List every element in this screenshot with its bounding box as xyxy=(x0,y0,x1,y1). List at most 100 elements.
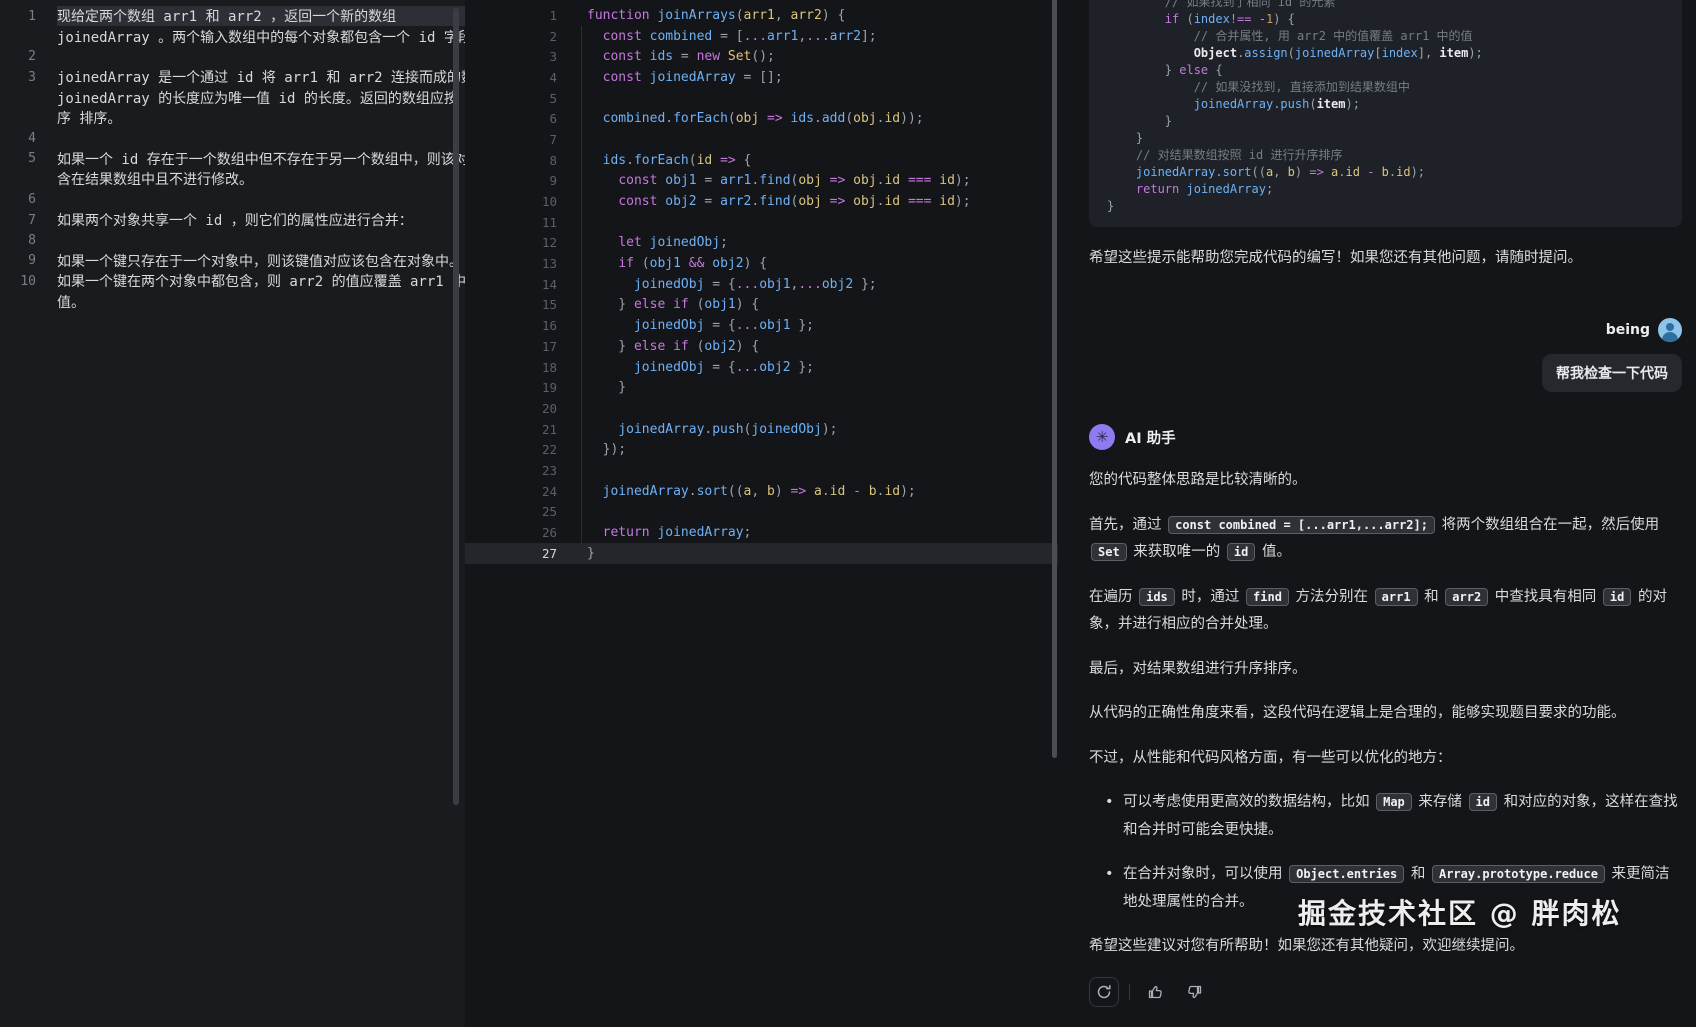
code-token: new xyxy=(697,49,720,64)
thumbs-up-button[interactable] xyxy=(1140,977,1170,1007)
code-token: === xyxy=(900,173,931,188)
code-token xyxy=(587,70,603,85)
code-token: . xyxy=(626,153,634,168)
editor-code-line[interactable]: 17 } else if (obj2) { xyxy=(465,336,1058,357)
ai-code-line: } xyxy=(1107,130,1664,147)
ai-code-line: Object.assign(joinedArray[index], item); xyxy=(1107,45,1664,62)
thumbs-down-button[interactable] xyxy=(1180,977,1210,1007)
ai-paragraph: 在遍历 ids 时，通过 find 方法分别在 arr1 和 arr2 中查找具… xyxy=(1089,584,1682,639)
user-avatar[interactable] xyxy=(1658,318,1682,342)
code-editor-panel[interactable]: 1function joinArrays(arr1, arr2) {2 cons… xyxy=(465,0,1058,1027)
problem-line-text: 如果两个对象共享一个 id ，则它们的属性应进行合并： xyxy=(57,210,465,230)
code-token: === xyxy=(900,194,931,209)
editor-code-line[interactable]: 24 joinedArray.sort((a, b) => a.id - b.i… xyxy=(465,481,1058,502)
editor-code-line[interactable]: 25 xyxy=(465,502,1058,523)
editor-code-line[interactable]: 23 xyxy=(465,460,1058,481)
code-token: = { xyxy=(704,277,735,292)
code-token: ( xyxy=(1179,12,1193,26)
ai-code-line: joinedArray.sort((a, b) => a.id - b.id); xyxy=(1107,164,1664,181)
code-token: . xyxy=(1338,165,1345,179)
editor-code-line[interactable]: 27} xyxy=(465,543,1058,564)
code-token xyxy=(1107,12,1165,26)
editor-code-line[interactable]: 21 joinedArray.push(joinedObj); xyxy=(465,419,1058,440)
code-token: b xyxy=(861,484,877,499)
ai-code-line: } xyxy=(1107,198,1664,215)
editor-lines: 1function joinArrays(arr1, arr2) {2 cons… xyxy=(465,0,1058,564)
editor-code-line[interactable]: 4 const joinedArray = []; xyxy=(465,67,1058,88)
code-token: = []; xyxy=(736,70,783,85)
editor-code-line[interactable]: 26 return joinedArray; xyxy=(465,522,1058,543)
code-token: obj1 xyxy=(657,173,696,188)
code-token: b xyxy=(1374,165,1388,179)
editor-code-line[interactable]: 7 xyxy=(465,129,1058,150)
editor-code-line[interactable]: 11 xyxy=(465,212,1058,233)
inline-code-chip: Object.entries xyxy=(1289,865,1404,883)
paragraph-text: 和 xyxy=(1406,866,1430,882)
problem-line-number: 7 xyxy=(0,213,36,228)
code-token: a xyxy=(1324,165,1338,179)
code-token: . xyxy=(1215,165,1222,179)
editor-code-line[interactable]: 18 joinedObj = {...obj2 }; xyxy=(465,357,1058,378)
code-token: joinedArray xyxy=(603,484,689,499)
editor-code-line[interactable]: 9 const obj1 = arr1.find(obj => obj.id =… xyxy=(465,171,1058,192)
editor-line-code: ids.forEach(id => { xyxy=(587,153,751,168)
editor-code-line[interactable]: 12 let joinedObj; xyxy=(465,233,1058,254)
code-token: !== xyxy=(1230,12,1252,26)
editor-line-number: 13 xyxy=(465,256,557,271)
code-token: obj xyxy=(845,173,876,188)
editor-code-line[interactable]: 3 const ids = new Set(); xyxy=(465,46,1058,67)
editor-line-number: 16 xyxy=(465,318,557,333)
editor-line-number: 25 xyxy=(465,504,557,519)
code-token: => xyxy=(712,153,735,168)
code-token xyxy=(587,173,618,188)
problem-line-text: 如果一个键在两个对象中都包含，则 arr2 的值应覆盖 arr1 中的 xyxy=(57,271,465,291)
editor-code-line[interactable]: 14 joinedObj = {...obj1,...obj2 }; xyxy=(465,274,1058,295)
code-token: ids xyxy=(783,111,814,126)
code-token: ; xyxy=(720,235,728,250)
code-token: ) { xyxy=(822,8,845,23)
editor-code-line[interactable]: 15 } else if (obj1) { xyxy=(465,295,1058,316)
editor-line-number: 26 xyxy=(465,525,557,540)
problem-scrollbar-thumb[interactable] xyxy=(453,8,459,805)
paragraph-text: 中查找具有相同 xyxy=(1490,589,1601,605)
inline-code-chip: Array.prototype.reduce xyxy=(1432,865,1605,883)
editor-code-line[interactable]: 20 xyxy=(465,398,1058,419)
editor-code-line[interactable]: 1function joinArrays(arr1, arr2) { xyxy=(465,5,1058,26)
problem-line-row: 1现给定两个数组 arr1 和 arr2 ，返回一个新的数组 xyxy=(0,6,465,26)
editor-code-line[interactable]: 5 xyxy=(465,88,1058,109)
code-token: arr1 xyxy=(767,29,798,44)
code-token: forEach xyxy=(634,153,689,168)
ai-paragraph: 从代码的正确性角度来看，这段代码在逻辑上是合理的，能够实现题目要求的功能。 xyxy=(1089,700,1682,728)
problem-line-row: joinedArray 。两个输入数组中的每个对象都包含一个 id 字段。 xyxy=(0,26,465,46)
code-token: }; xyxy=(791,318,814,333)
editor-code-line[interactable]: 6 combined.forEach(obj => ids.add(obj.id… xyxy=(465,108,1058,129)
code-token: ids xyxy=(603,153,626,168)
code-token: joinedArray xyxy=(1136,165,1215,179)
editor-code-line[interactable]: 22 }); xyxy=(465,439,1058,460)
regenerate-button[interactable] xyxy=(1089,977,1119,1007)
code-token: => xyxy=(822,194,845,209)
editor-code-line[interactable]: 2 const combined = [...arr1,...arr2]; xyxy=(465,26,1058,47)
editor-code-line[interactable]: 8 ids.forEach(id => { xyxy=(465,150,1058,171)
editor-code-line[interactable]: 13 if (obj1 && obj2) { xyxy=(465,253,1058,274)
editor-code-line[interactable]: 16 joinedObj = {...obj1 }; xyxy=(465,315,1058,336)
problem-line-text: joinedArray 的长度应为唯一值 id 的长度。返回的数组应按 id 升 xyxy=(57,88,465,108)
code-token: ) xyxy=(775,484,783,499)
editor-code-line[interactable]: 19 } xyxy=(465,377,1058,398)
problem-line-row: 5如果一个 id 存在于一个数组中但不存在于另一个数组中，则该对象应包 xyxy=(0,149,465,169)
code-token: ) { xyxy=(744,256,767,271)
editor-code-line[interactable]: 10 const obj2 = arr2.find(obj => obj.id … xyxy=(465,191,1058,212)
editor-scrollbar-thumb[interactable] xyxy=(1052,0,1057,758)
code-token: return xyxy=(603,525,650,540)
code-token: arr2 xyxy=(830,29,861,44)
ai-bullet-item: 在合并对象时，可以使用 Object.entries 和 Array.proto… xyxy=(1089,861,1682,916)
editor-line-number: 23 xyxy=(465,463,557,478)
code-token: , xyxy=(775,8,791,23)
code-token xyxy=(587,360,634,375)
code-token: add xyxy=(822,111,845,126)
code-token: obj1 xyxy=(759,277,790,292)
code-token: ( xyxy=(689,153,697,168)
inline-code-chip: Set xyxy=(1091,543,1127,561)
code-token: obj1 xyxy=(650,256,681,271)
code-token: ], xyxy=(1418,46,1440,60)
